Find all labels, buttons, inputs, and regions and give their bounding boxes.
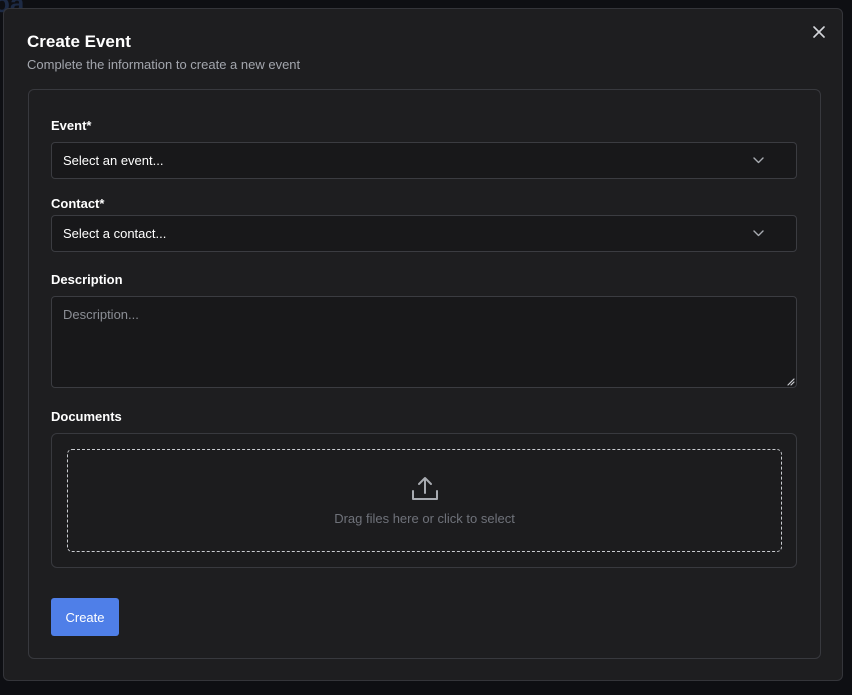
description-textarea[interactable] bbox=[51, 296, 797, 388]
event-form-card: Event* Select an event... Contact* Selec… bbox=[28, 89, 821, 659]
close-icon bbox=[813, 26, 825, 38]
contact-select[interactable]: Select a contact... bbox=[51, 215, 797, 252]
event-label: Event* bbox=[51, 118, 92, 133]
dialog-title: Create Event bbox=[27, 32, 131, 51]
resize-grip-icon[interactable] bbox=[785, 376, 795, 386]
chevron-down-icon bbox=[753, 157, 764, 164]
file-dropzone[interactable]: Drag files here or click to select bbox=[67, 449, 782, 552]
dialog-subtitle: Complete the information to create a new… bbox=[27, 57, 301, 72]
event-select[interactable]: Select an event... bbox=[51, 142, 797, 179]
chevron-down-icon bbox=[753, 230, 764, 237]
event-select-value: Select an event... bbox=[63, 153, 164, 168]
create-button[interactable]: Create bbox=[51, 598, 119, 636]
contact-label: Contact* bbox=[51, 196, 105, 211]
contact-select-value: Select a contact... bbox=[63, 226, 167, 241]
close-button[interactable] bbox=[810, 23, 828, 41]
upload-icon bbox=[411, 476, 438, 500]
documents-label: Documents bbox=[51, 409, 122, 424]
documents-container: Drag files here or click to select bbox=[51, 433, 797, 568]
dropzone-text: Drag files here or click to select bbox=[334, 510, 515, 526]
description-label: Description bbox=[51, 272, 123, 287]
create-event-dialog: Create Event Complete the information to… bbox=[3, 8, 843, 681]
